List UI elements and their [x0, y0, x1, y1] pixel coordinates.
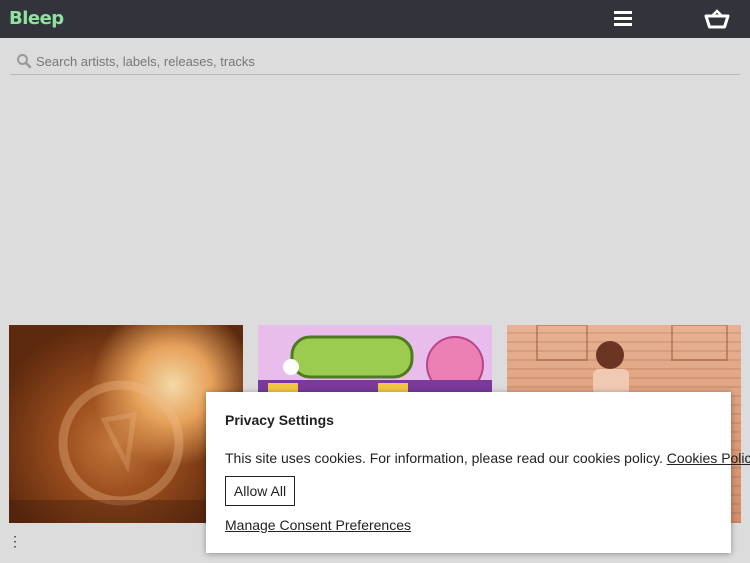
cookie-consent-dialog: Privacy Settings This site uses cookies.…	[206, 392, 750, 553]
search-icon	[16, 53, 32, 69]
cookies-policy-link[interactable]: Cookies Policy	[667, 450, 750, 466]
top-navigation-bar: Bleep	[0, 0, 750, 38]
cookie-message: This site uses cookies. For information,…	[225, 450, 663, 466]
basket-icon[interactable]	[703, 8, 731, 30]
bleep-logo[interactable]: Bleep	[9, 8, 64, 29]
cookie-dialog-text: This site uses cookies. For information,…	[225, 450, 750, 466]
search-input[interactable]	[36, 49, 726, 73]
search-bar	[10, 47, 740, 75]
cookie-dialog-title: Privacy Settings	[225, 412, 334, 428]
allow-all-button[interactable]: Allow All	[225, 476, 295, 506]
hamburger-menu-icon[interactable]	[612, 9, 634, 29]
manage-consent-preferences-link[interactable]: Manage Consent Preferences	[225, 517, 411, 533]
more-options-icon[interactable]: ⋮	[8, 533, 22, 550]
